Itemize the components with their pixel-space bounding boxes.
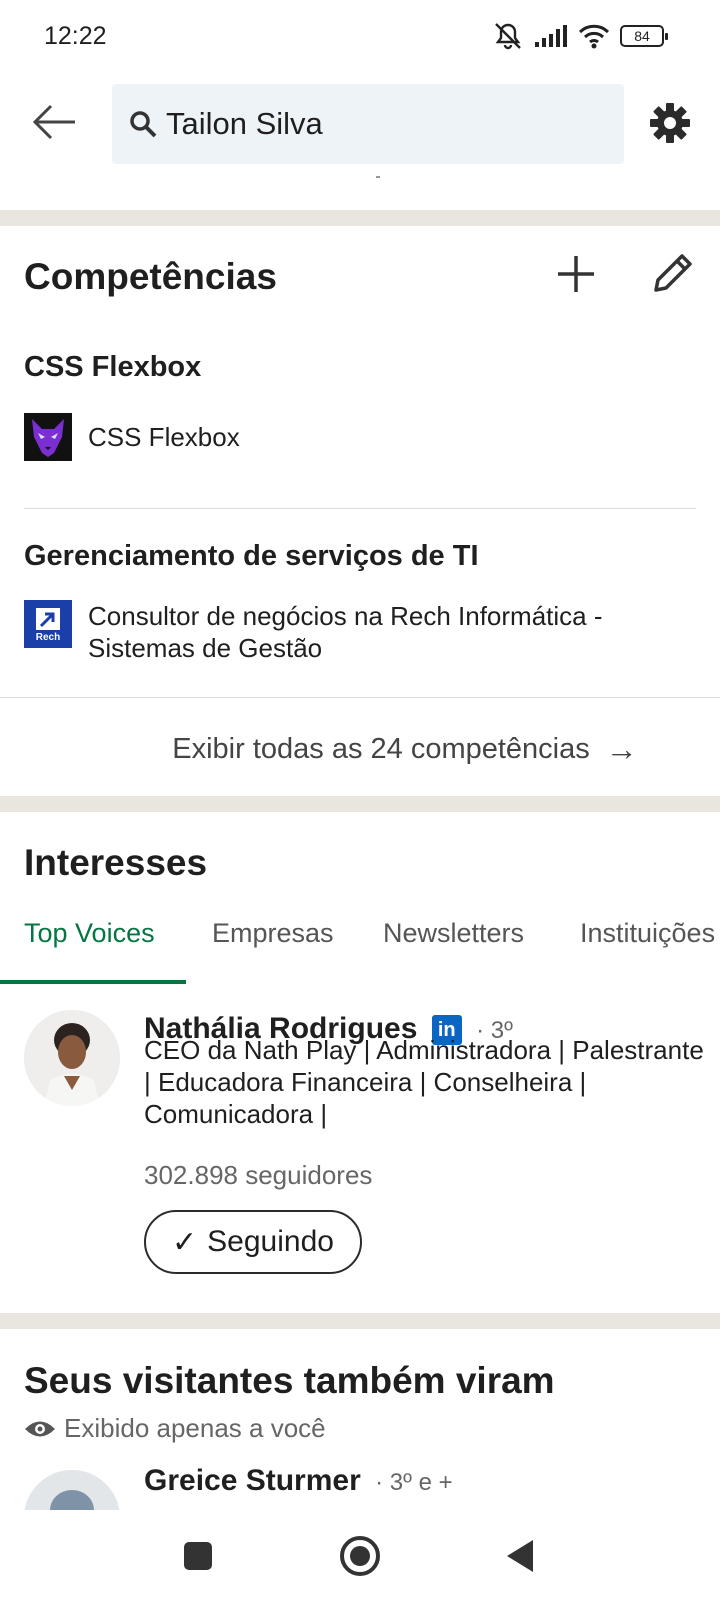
- status-bar: 12:22 84: [0, 0, 720, 76]
- square-icon: [184, 1542, 212, 1570]
- scroll-indicator: [376, 176, 380, 178]
- visitors-title: Seus visitantes também viram: [24, 1360, 555, 1401]
- signal-icon: [535, 25, 567, 47]
- settings-button[interactable]: [648, 101, 692, 145]
- arrow-right-icon: →: [605, 730, 638, 767]
- checkmark-icon: ✓: [172, 1225, 198, 1259]
- skill-name[interactable]: Gerenciamento de serviços de TI: [24, 540, 479, 573]
- skill-association: Rech Consultor de negócios na Rech Infor…: [24, 600, 668, 664]
- wolf-logo-icon: [24, 413, 72, 461]
- visitor-name[interactable]: Greice Sturmer · 3º e +: [144, 1464, 453, 1498]
- search-icon: [130, 111, 157, 138]
- eye-icon: [25, 1421, 55, 1436]
- search-header: Tailon Silva: [0, 80, 720, 168]
- association-text: CSS Flexbox: [88, 422, 240, 452]
- tab-empresas[interactable]: Empresas: [212, 918, 334, 949]
- back-nav-button[interactable]: [496, 1532, 544, 1580]
- divider: [24, 508, 696, 509]
- visitors-subtitle: Exibido apenas a você: [24, 1413, 326, 1444]
- avatar[interactable]: [24, 1470, 120, 1510]
- battery-icon: 84: [620, 25, 668, 47]
- divider: [0, 697, 720, 698]
- person-photo: [24, 1010, 120, 1106]
- follower-count: 302.898 seguidores: [144, 1160, 373, 1190]
- back-arrow-icon: [32, 104, 75, 140]
- tab-top-voices[interactable]: Top Voices: [24, 918, 155, 949]
- rech-logo: Rech: [24, 600, 72, 648]
- search-input[interactable]: Tailon Silva: [112, 84, 624, 164]
- home-button[interactable]: [336, 1532, 384, 1580]
- rech-logo-text: Rech: [35, 632, 61, 643]
- status-icons: 84: [492, 22, 668, 50]
- following-button[interactable]: ✓ Seguindo: [144, 1210, 362, 1274]
- interests-title: Interesses: [24, 842, 208, 883]
- show-all-skills-link[interactable]: Exibir todas as 24 competências →: [0, 700, 720, 798]
- tab-newsletters[interactable]: Newsletters: [383, 918, 524, 949]
- system-nav-bar: [0, 1510, 720, 1600]
- person-photo: [24, 1470, 120, 1510]
- active-tab-indicator: [0, 980, 186, 984]
- add-skill-button[interactable]: [552, 250, 600, 298]
- visitors-subtitle-text: Exibido apenas a você: [64, 1413, 326, 1443]
- skill-association: CSS Flexbox: [24, 413, 240, 461]
- visitor-row-clip: Greice Sturmer · 3º e +: [0, 1460, 720, 1510]
- connection-degree: · 3º e +: [375, 1469, 453, 1496]
- show-all-label: Exibir todas as 24 competências: [172, 732, 590, 765]
- gear-icon: [650, 103, 690, 143]
- search-query: Tailon Silva: [166, 106, 323, 141]
- status-time: 12:22: [44, 22, 107, 50]
- wifi-icon: [578, 24, 610, 49]
- interest-tabs: Top Voices Empresas Newsletters Institui…: [0, 900, 720, 984]
- section-divider: [0, 1313, 720, 1329]
- skill-name[interactable]: CSS Flexbox: [24, 351, 201, 384]
- skills-title: Competências: [24, 256, 277, 297]
- avatar[interactable]: [24, 1010, 120, 1106]
- plus-icon: [558, 256, 594, 292]
- section-divider: [0, 210, 720, 226]
- visitor-name-text: Greice Sturmer: [144, 1464, 361, 1497]
- circle-icon: [340, 1536, 380, 1576]
- tab-instituicoes[interactable]: Instituições: [580, 918, 715, 949]
- recent-apps-button[interactable]: [174, 1532, 222, 1580]
- pencil-icon: [654, 254, 692, 292]
- following-label: Seguindo: [207, 1225, 334, 1258]
- person-headline: CEO da Nath Play | Administradora | Pale…: [144, 1035, 704, 1129]
- mute-icon: [495, 23, 521, 50]
- section-divider: [0, 796, 720, 812]
- back-button[interactable]: [30, 100, 78, 144]
- association-text: Consultor de negócios na Rech Informátic…: [88, 601, 603, 663]
- edit-skills-button[interactable]: [648, 250, 696, 298]
- triangle-back-icon: [507, 1540, 533, 1572]
